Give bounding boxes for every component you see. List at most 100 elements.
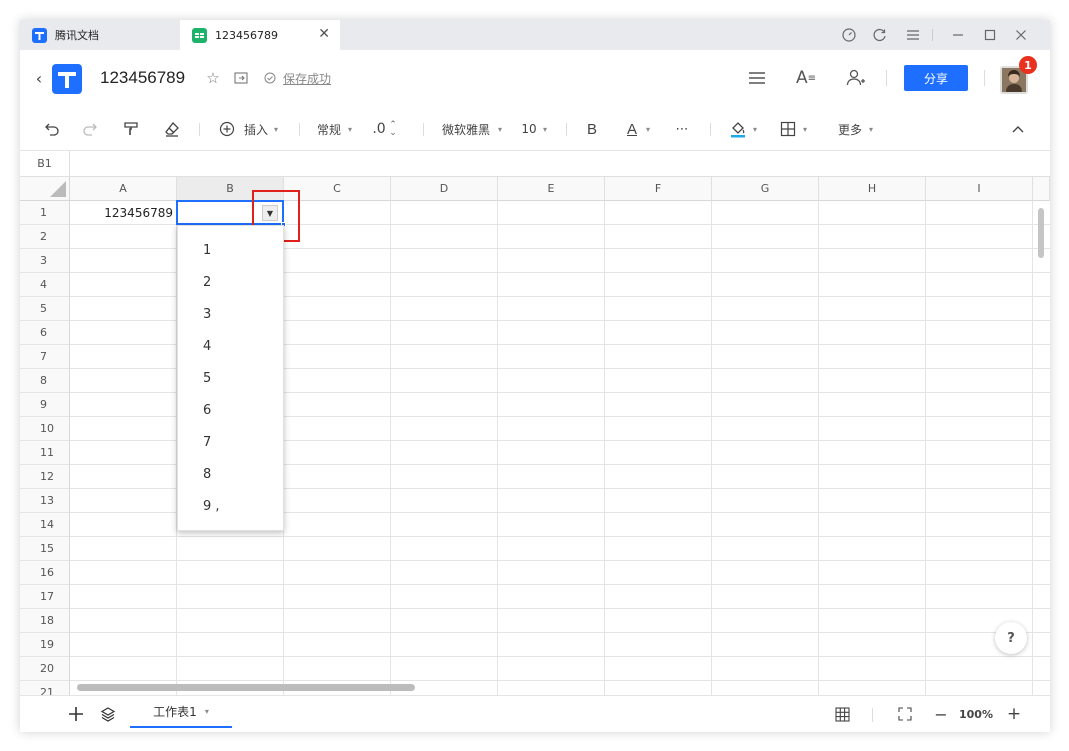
number-format-button[interactable]: 常规 <box>314 119 344 139</box>
format-painter-icon[interactable] <box>121 119 141 139</box>
row-header[interactable]: 11 <box>20 441 70 465</box>
chevron-down-icon[interactable]: ▾ <box>205 707 209 716</box>
text-style-icon[interactable]: A ≡ <box>794 68 818 88</box>
sheet-tab[interactable]: 工作表1 ▾ <box>130 696 232 728</box>
tencent-docs-logo[interactable] <box>52 64 82 94</box>
row-header[interactable]: 1 <box>20 201 70 225</box>
collapse-toolbar-icon[interactable] <box>1008 119 1028 139</box>
add-collaborator-icon[interactable] <box>845 68 867 88</box>
dropdown-option[interactable]: 1 <box>178 234 283 266</box>
bold-button[interactable]: B <box>582 119 602 139</box>
dropdown-option[interactable]: 3 <box>178 298 283 330</box>
eraser-icon[interactable] <box>162 119 182 139</box>
select-all-corner[interactable] <box>20 177 70 201</box>
share-button[interactable]: 分享 <box>904 65 968 91</box>
maximize-icon[interactable] <box>984 20 996 50</box>
chevron-down-icon[interactable]: ▾ <box>866 119 876 139</box>
list-menu-icon[interactable] <box>747 68 767 88</box>
zoom-in-icon[interactable]: + <box>1005 704 1023 724</box>
row-header[interactable]: 13 <box>20 489 70 513</box>
dropdown-option[interactable]: 8 <box>178 458 283 490</box>
more-button[interactable]: 更多 <box>835 119 865 139</box>
formula-input[interactable] <box>71 151 1050 176</box>
layers-icon[interactable] <box>98 704 118 724</box>
app-window: 腾讯文档 123456789 ✕ ‹ 123456789 ☆ 保存成功 A ≡ … <box>20 20 1050 732</box>
redo-icon[interactable] <box>80 119 100 139</box>
dropdown-option[interactable]: 9 , <box>178 490 283 522</box>
tab-document[interactable]: 123456789 ✕ <box>180 20 340 50</box>
row-header[interactable]: 4 <box>20 273 70 297</box>
column-header-next[interactable] <box>1033 177 1050 201</box>
row-header[interactable]: 3 <box>20 249 70 273</box>
row-header[interactable]: 20 <box>20 657 70 681</box>
chevron-down-icon[interactable]: ▾ <box>345 119 355 139</box>
decimal-stepper-icon[interactable]: ⌃ ⌄ <box>388 119 398 139</box>
vertical-scrollbar[interactable] <box>1038 208 1044 258</box>
column-header-D[interactable]: D <box>391 177 498 201</box>
doc-title[interactable]: 123456789 <box>100 68 185 88</box>
row-header[interactable]: 17 <box>20 585 70 609</box>
chevron-down-icon[interactable]: ▾ <box>271 119 281 139</box>
font-color-button[interactable]: A <box>623 119 641 139</box>
row-header[interactable]: 12 <box>20 465 70 489</box>
dropdown-option[interactable]: 2 <box>178 266 283 298</box>
undo-icon[interactable] <box>42 119 62 139</box>
column-header-G[interactable]: G <box>712 177 819 201</box>
column-header-A[interactable]: A <box>70 177 177 201</box>
row-header[interactable]: 7 <box>20 345 70 369</box>
zoom-out-icon[interactable]: − <box>932 704 950 724</box>
menu-icon[interactable] <box>906 20 920 50</box>
row-header[interactable]: 5 <box>20 297 70 321</box>
row-header[interactable]: 16 <box>20 561 70 585</box>
gridline <box>497 201 498 695</box>
chevron-down-icon[interactable]: ▾ <box>750 119 760 139</box>
row-header[interactable]: 15 <box>20 537 70 561</box>
cell-reference[interactable]: B1 <box>20 151 70 176</box>
font-size-select[interactable]: 10 <box>520 119 538 139</box>
tab-tencent-docs[interactable]: 腾讯文档 <box>20 20 180 50</box>
row-header[interactable]: 10 <box>20 417 70 441</box>
row-header[interactable]: 21 <box>20 681 70 695</box>
chevron-down-icon[interactable]: ▾ <box>495 119 505 139</box>
row-header[interactable]: 19 <box>20 633 70 657</box>
font-family-select[interactable]: 微软雅黑 <box>438 119 494 139</box>
cell-A1[interactable]: 123456789 <box>70 201 177 225</box>
dropdown-option[interactable]: 5 <box>178 362 283 394</box>
column-header-F[interactable]: F <box>605 177 712 201</box>
insert-icon[interactable] <box>218 119 236 139</box>
grid-view-icon[interactable] <box>832 704 852 724</box>
row-header[interactable]: 18 <box>20 609 70 633</box>
column-header-I[interactable]: I <box>926 177 1033 201</box>
row-header[interactable]: 8 <box>20 369 70 393</box>
close-tab-icon[interactable]: ✕ <box>318 26 330 42</box>
fullscreen-icon[interactable] <box>895 704 915 724</box>
chevron-down-icon[interactable]: ▾ <box>800 119 810 139</box>
move-to-folder-icon[interactable] <box>233 70 249 86</box>
chevron-down-icon[interactable]: ▾ <box>540 119 550 139</box>
insert-button[interactable]: 插入 <box>241 119 271 139</box>
minimize-icon[interactable] <box>952 20 964 50</box>
column-header-E[interactable]: E <box>498 177 605 201</box>
border-icon[interactable] <box>778 119 798 139</box>
column-header-C[interactable]: C <box>284 177 391 201</box>
column-header-H[interactable]: H <box>819 177 926 201</box>
fill-color-icon[interactable] <box>728 119 748 139</box>
row-header[interactable]: 9 <box>20 393 70 417</box>
row-header[interactable]: 2 <box>20 225 70 249</box>
decimal-button[interactable]: .0 <box>370 119 388 139</box>
horizontal-scrollbar[interactable] <box>77 684 415 691</box>
back-icon[interactable]: ‹ <box>32 69 46 88</box>
help-button[interactable]: ? <box>995 622 1027 654</box>
more-options-icon[interactable]: ⋯ <box>672 119 692 139</box>
row-header[interactable]: 6 <box>20 321 70 345</box>
star-icon[interactable]: ☆ <box>205 69 221 87</box>
dropdown-option[interactable]: 6 <box>178 394 283 426</box>
dropdown-option[interactable]: 7 <box>178 426 283 458</box>
add-sheet-icon[interactable] <box>66 704 86 724</box>
clock-icon[interactable] <box>842 20 856 50</box>
dropdown-option[interactable]: 4 <box>178 330 283 362</box>
close-window-icon[interactable] <box>1015 20 1027 50</box>
row-header[interactable]: 14 <box>20 513 70 537</box>
refresh-icon[interactable] <box>873 20 887 50</box>
chevron-down-icon[interactable]: ▾ <box>643 119 653 139</box>
